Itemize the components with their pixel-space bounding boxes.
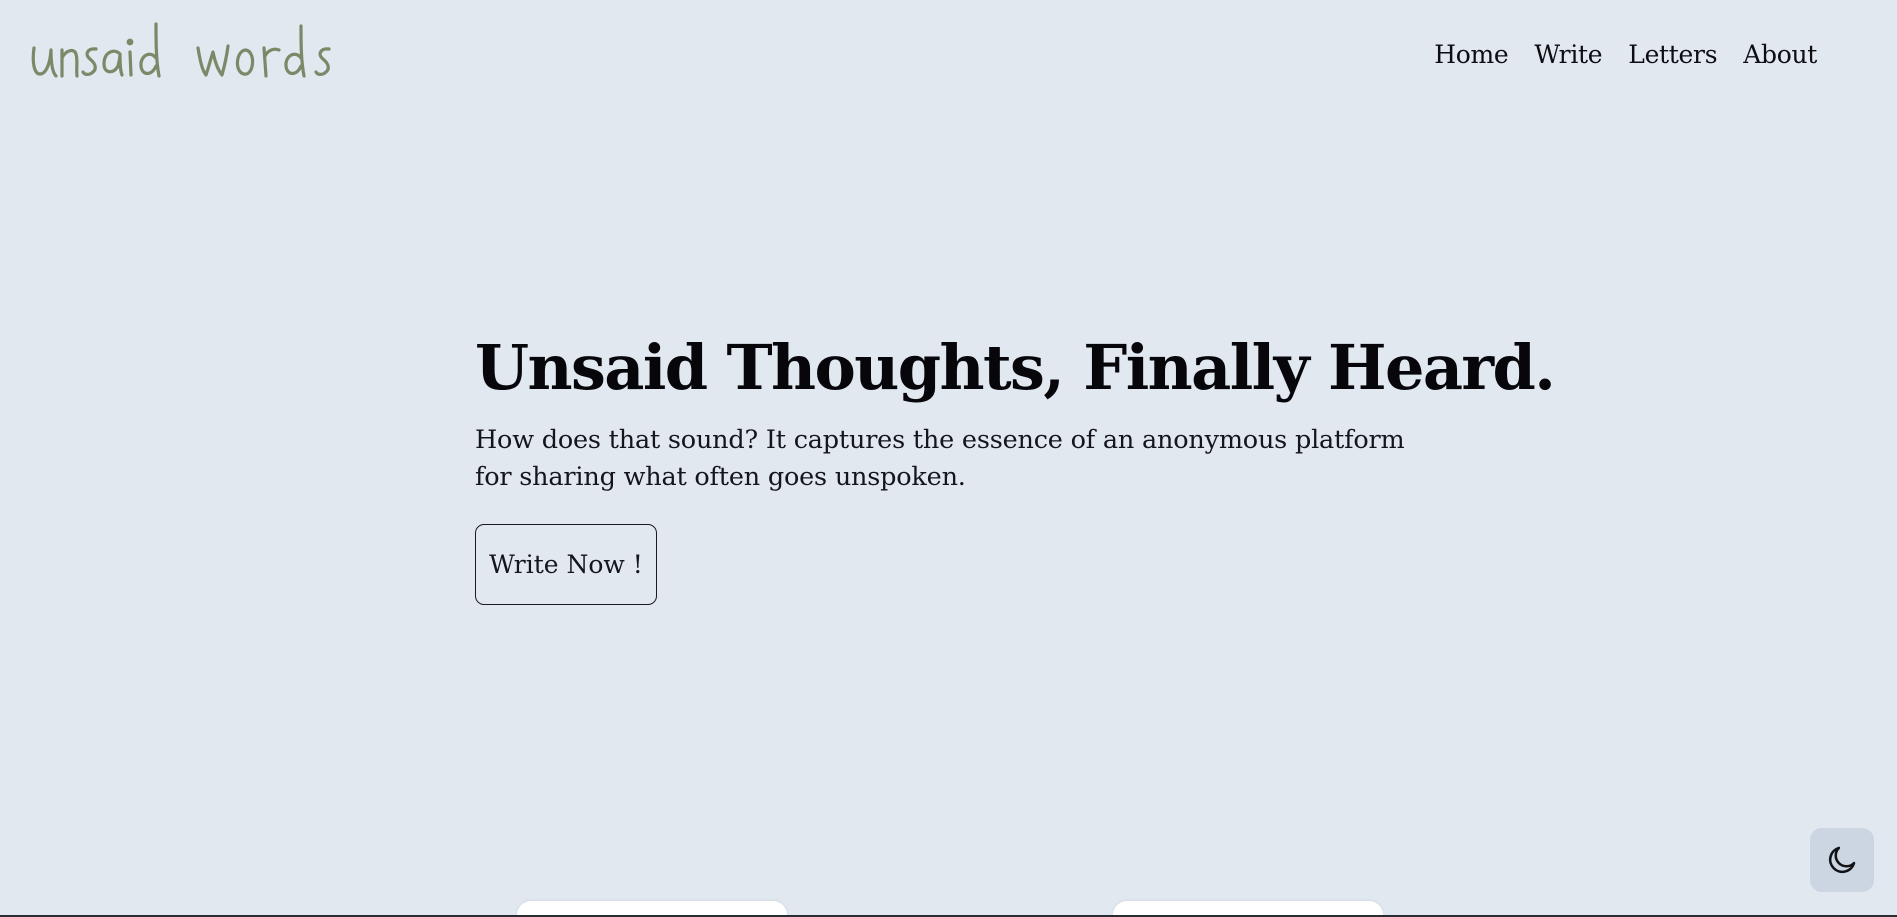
hero-subtitle: How does that sound? It captures the ess… xyxy=(475,425,1405,492)
moon-icon xyxy=(1828,846,1856,874)
nav-letters-link[interactable]: Letters xyxy=(1628,36,1717,74)
dark-mode-toggle[interactable] xyxy=(1810,828,1874,892)
nav-home-link[interactable]: Home xyxy=(1434,36,1508,74)
main-nav: Home Write Letters About xyxy=(1434,36,1817,74)
site-logo[interactable] xyxy=(28,18,368,90)
nav-about-link[interactable]: About xyxy=(1743,36,1817,74)
write-now-button[interactable]: Write Now ! xyxy=(475,524,657,605)
nav-write-link[interactable]: Write xyxy=(1534,36,1602,74)
hero-title: Unsaid Thoughts, Finally Heard. xyxy=(475,331,1556,404)
page: Home Write Letters About Unsaid Thoughts… xyxy=(0,0,1897,917)
hero-section: Unsaid Thoughts, Finally Heard. How does… xyxy=(475,328,1556,605)
logo-wordmark xyxy=(31,22,331,78)
